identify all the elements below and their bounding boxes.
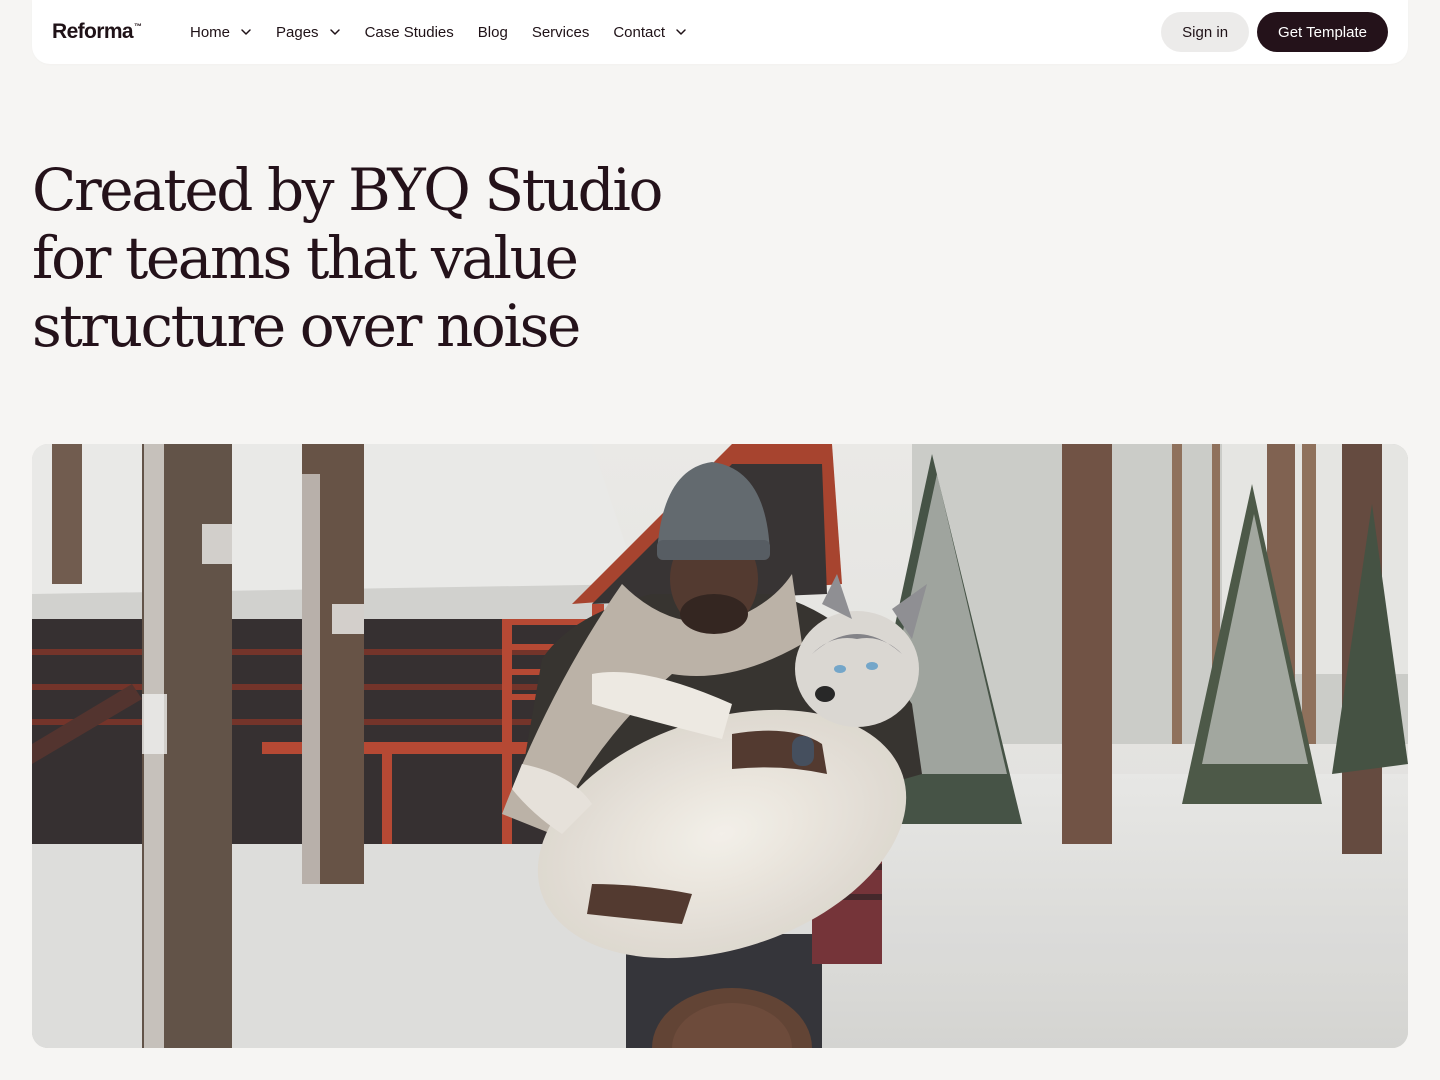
- nav-item-label: Case Studies: [364, 23, 454, 41]
- top-navbar: Reforma ™ Home Pages Case Studies Blog S…: [32, 0, 1408, 64]
- get-template-button[interactable]: Get Template: [1257, 12, 1388, 52]
- hero-headline: Created by BYQ Studio for teams that val…: [32, 156, 752, 360]
- nav-item-blog[interactable]: Blog: [478, 24, 508, 41]
- nav-item-label: Home: [190, 23, 231, 41]
- chevron-down-icon: [329, 26, 341, 38]
- nav-item-contact[interactable]: Contact: [613, 24, 687, 41]
- chevron-down-icon: [240, 26, 252, 38]
- hero-headline-line: structure over noise: [32, 292, 581, 360]
- nav-item-label: Contact: [613, 23, 666, 41]
- nav-item-services[interactable]: Services: [532, 24, 590, 41]
- brand-name: Reforma: [52, 20, 134, 43]
- nav-item-label: Pages: [276, 23, 319, 41]
- nav-item-label: Services: [531, 23, 590, 41]
- chevron-down-icon: [675, 26, 687, 38]
- nav-item-pages[interactable]: Pages: [276, 24, 341, 41]
- hero-photo-illustration: [32, 444, 1408, 1048]
- nav-actions: Sign in Get Template: [1161, 12, 1388, 52]
- nav-item-label: Blog: [477, 23, 508, 41]
- hero-image: [32, 444, 1408, 1048]
- trademark-mark: ™: [134, 22, 142, 31]
- brand-logo[interactable]: Reforma ™: [52, 20, 142, 44]
- hero-headline-line: Created by BYQ Studio: [32, 156, 663, 224]
- nav-item-case-studies[interactable]: Case Studies: [365, 24, 454, 41]
- sign-in-button[interactable]: Sign in: [1161, 12, 1250, 52]
- nav-item-home[interactable]: Home: [190, 24, 252, 41]
- main-nav: Home Pages Case Studies Blog Services Co…: [190, 24, 711, 41]
- hero-headline-line: for teams that value: [32, 224, 579, 292]
